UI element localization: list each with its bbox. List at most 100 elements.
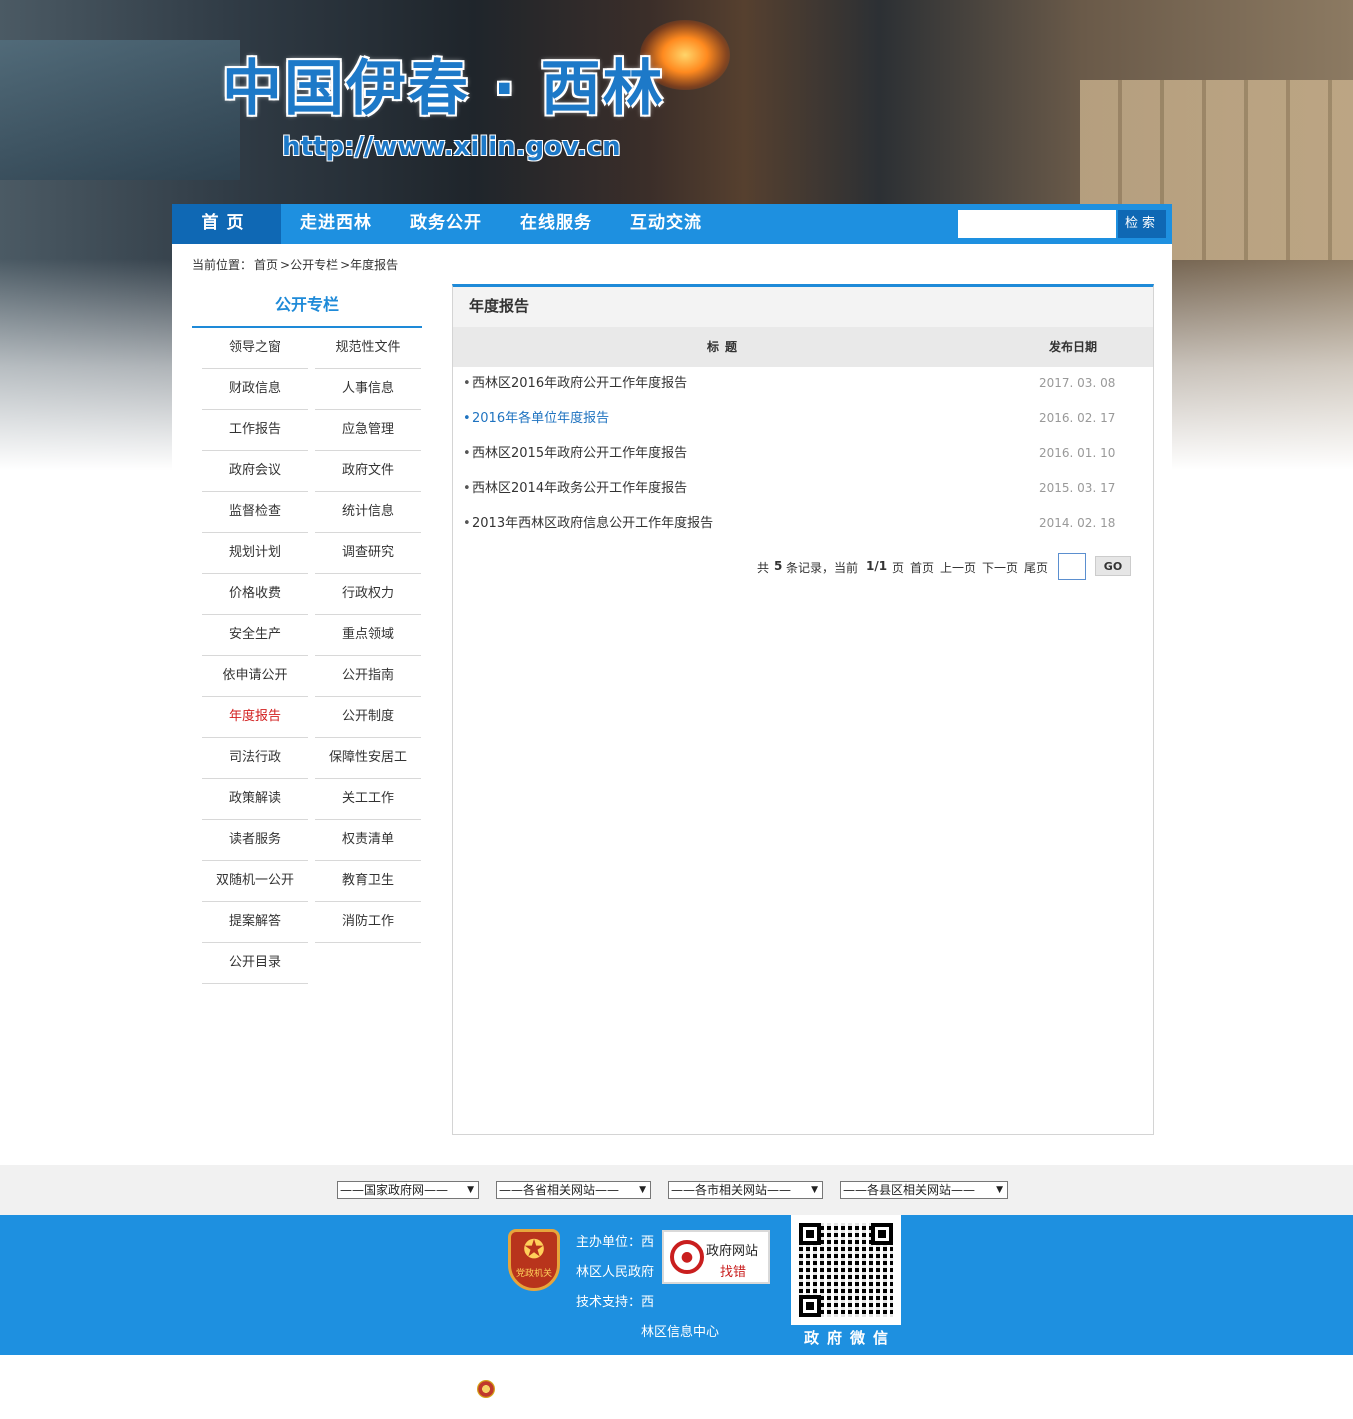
sidebar-item[interactable]: 政策解读 bbox=[202, 779, 308, 820]
sidebar-item[interactable]: 关工工作 bbox=[315, 779, 421, 820]
report-date: 2016. 01. 10 bbox=[1039, 446, 1116, 460]
sidebar-item[interactable]: 公开指南 bbox=[315, 656, 421, 697]
report-error-button[interactable]: ● 政府网站 找错 bbox=[662, 1230, 770, 1284]
search-button[interactable]: 检索 bbox=[1118, 210, 1166, 238]
main-panel: 当前位置： 首页 >公开专栏 >年度报告 公开专栏 领导之窗 规范性文件 财政信息 人事信息… bbox=[172, 244, 1172, 1165]
breadcrumb-current[interactable]: >年度报告 bbox=[340, 258, 398, 272]
party-gov-emblem-icon[interactable]: ✪ 党政机关 bbox=[508, 1229, 560, 1291]
sidebar-item[interactable]: 权责清单 bbox=[315, 820, 421, 861]
pager-prev[interactable]: 上一页 bbox=[940, 559, 976, 576]
bullet-icon: • bbox=[463, 481, 471, 496]
search-input[interactable] bbox=[958, 210, 1116, 238]
report-row: • 2013年西林区政府信息公开工作年度报告 2014. 02. 18 bbox=[453, 507, 1153, 542]
report-title-link[interactable]: 西林区2014年政务公开工作年度报告 bbox=[472, 472, 687, 505]
report-row: • 2016年各单位年度报告 2016. 02. 17 bbox=[453, 402, 1153, 437]
breadcrumb-column[interactable]: >公开专栏 bbox=[280, 258, 338, 272]
sidebar-item[interactable]: 年度报告 bbox=[202, 697, 308, 738]
sidebar-item[interactable]: 监督检查 bbox=[202, 492, 308, 533]
province-sites-select[interactable]: ——各省相关网站—— ▼ bbox=[496, 1181, 651, 1199]
sidebar-item[interactable]: 政府文件 bbox=[315, 451, 421, 492]
national-gov-select[interactable]: ——国家政府网—— ▼ bbox=[337, 1181, 479, 1199]
sidebar-item[interactable]: 司法行政 bbox=[202, 738, 308, 779]
sidebar-item[interactable]: 人事信息 bbox=[315, 369, 421, 410]
nav-item-gov-affairs[interactable]: 政务公开 bbox=[391, 204, 501, 244]
footer: ✪ 党政机关 主办单位：西 林区人民政府 技术支持：西 林区信息中心 ● 政府网… bbox=[0, 1215, 1353, 1355]
pager-first[interactable]: 首页 bbox=[910, 559, 934, 576]
report-list: • 西林区2016年政府公开工作年度报告 2017. 03. 08 • 2016年各单位… bbox=[453, 367, 1153, 542]
site-url: http://www.xilin.gov.cn bbox=[282, 132, 621, 162]
go-button[interactable]: GO bbox=[1095, 556, 1131, 576]
sidebar-item[interactable]: 统计信息 bbox=[315, 492, 421, 533]
sidebar-item[interactable]: 依申请公开 bbox=[202, 656, 308, 697]
breadcrumb-home[interactable]: 首页 bbox=[254, 258, 278, 272]
report-error-line-1: 政府网站 bbox=[706, 1244, 759, 1259]
sidebar-item[interactable]: 价格收费 bbox=[202, 574, 308, 615]
sidebar-item[interactable]: 行政权力 bbox=[315, 574, 421, 615]
national-gov-select-value: ——国家政府网—— bbox=[340, 1183, 449, 1197]
pager-total-prefix: 共 bbox=[757, 561, 770, 575]
sidebar-item[interactable]: 读者服务 bbox=[202, 820, 308, 861]
host-line-1: 主办单位：西 bbox=[576, 1235, 655, 1250]
host-line-2: 林区人民政府 bbox=[576, 1265, 655, 1280]
column-date-header: 发布日期 bbox=[1048, 340, 1097, 354]
county-sites-select-value: ——各县区相关网站—— bbox=[843, 1183, 976, 1197]
breadcrumb: 当前位置： 首页 >公开专栏 >年度报告 bbox=[192, 256, 400, 273]
nav-item-home[interactable]: 首页 bbox=[172, 204, 281, 244]
sidebar-item[interactable]: 提案解答 bbox=[202, 902, 308, 943]
sidebar-item[interactable]: 规划计划 bbox=[202, 533, 308, 574]
column-title-header: 标题 bbox=[706, 340, 743, 354]
emblem-label: 党政机关 bbox=[515, 1269, 552, 1279]
sidebar-item[interactable]: 财政信息 bbox=[202, 369, 308, 410]
pager-last[interactable]: 尾页 bbox=[1024, 559, 1048, 576]
city-sites-select[interactable]: ——各市相关网站—— ▼ bbox=[668, 1181, 823, 1199]
report-title-link[interactable]: 西林区2015年政府公开工作年度报告 bbox=[472, 437, 687, 470]
pager-next[interactable]: 下一页 bbox=[982, 559, 1018, 576]
sidebar-item[interactable]: 政府会议 bbox=[202, 451, 308, 492]
sidebar-item[interactable]: 安全生产 bbox=[202, 615, 308, 656]
sidebar-item[interactable]: 公开制度 bbox=[315, 697, 421, 738]
bullet-icon: • bbox=[463, 376, 471, 391]
sidebar-item[interactable]: 公开目录 bbox=[202, 943, 308, 984]
report-title-link[interactable]: 西林区2016年政府公开工作年度报告 bbox=[472, 367, 687, 400]
sidebar-item[interactable]: 消防工作 bbox=[315, 902, 421, 943]
report-error-line-2: 找错 bbox=[720, 1265, 747, 1280]
site-title: 中国伊春 · 西林 bbox=[222, 54, 665, 124]
chevron-down-icon: ▼ bbox=[996, 1185, 1003, 1195]
magnifier-icon: ● bbox=[670, 1240, 704, 1274]
bullet-icon: • bbox=[463, 446, 471, 461]
province-sites-select-value: ——各省相关网站—— bbox=[499, 1183, 620, 1197]
qr-finder bbox=[799, 1223, 821, 1245]
report-title-link[interactable]: 2013年西林区政府信息公开工作年度报告 bbox=[472, 507, 713, 540]
nav-item-interaction[interactable]: 互动交流 bbox=[611, 204, 721, 244]
related-links-bar: ——国家政府网—— ▼ ——各省相关网站—— ▼ ——各市相关网站—— ▼ ——各县区… bbox=[0, 1165, 1353, 1215]
breadcrumb-prefix: 当前位置： bbox=[192, 258, 253, 272]
tech-line-2: 林区信息中心 bbox=[641, 1325, 720, 1340]
sidebar-item[interactable]: 工作报告 bbox=[202, 410, 308, 451]
qr-pattern bbox=[799, 1223, 893, 1317]
report-date: 2015. 03. 17 bbox=[1039, 481, 1116, 495]
report-date: 2014. 02. 18 bbox=[1039, 516, 1116, 530]
sidebar-item[interactable]: 教育卫生 bbox=[315, 861, 421, 902]
pager-current: 1/1 bbox=[866, 559, 888, 573]
sidebar-item[interactable]: 双随机一公开 bbox=[202, 861, 308, 902]
nav-item-about[interactable]: 走进西林 bbox=[281, 204, 391, 244]
page-number-input[interactable] bbox=[1058, 553, 1086, 580]
sidebar-item[interactable]: 应急管理 bbox=[315, 410, 421, 451]
police-badge-icon[interactable] bbox=[477, 1380, 495, 1398]
county-sites-select[interactable]: ——各县区相关网站—— ▼ bbox=[840, 1181, 1008, 1199]
report-row: • 西林区2015年政府公开工作年度报告 2016. 01. 10 bbox=[453, 437, 1153, 472]
sidebar-item[interactable]: 领导之窗 bbox=[202, 328, 308, 369]
main-nav: 首页 走进西林 政务公开 在线服务 互动交流 检索 bbox=[172, 204, 1172, 244]
nav-item-online-service[interactable]: 在线服务 bbox=[501, 204, 611, 244]
pagination: 共 5 条记录，当前 1/1 页 首页 上一页 下一页 尾页 GO bbox=[453, 551, 1153, 581]
content-heading: 年度报告 bbox=[453, 287, 1153, 327]
report-row: • 西林区2014年政务公开工作年度报告 2015. 03. 17 bbox=[453, 472, 1153, 507]
sidebar-item[interactable]: 规范性文件 bbox=[315, 328, 421, 369]
sidebar-item[interactable]: 重点领域 bbox=[315, 615, 421, 656]
sidebar-item[interactable]: 调查研究 bbox=[315, 533, 421, 574]
tech-line-1: 技术支持：西 bbox=[576, 1295, 655, 1310]
sidebar-item[interactable]: 保障性安居工 bbox=[315, 738, 421, 779]
table-header: 标题 发布日期 bbox=[453, 327, 1153, 367]
bullet-icon: • bbox=[463, 516, 471, 531]
report-title-link[interactable]: 2016年各单位年度报告 bbox=[472, 402, 609, 435]
